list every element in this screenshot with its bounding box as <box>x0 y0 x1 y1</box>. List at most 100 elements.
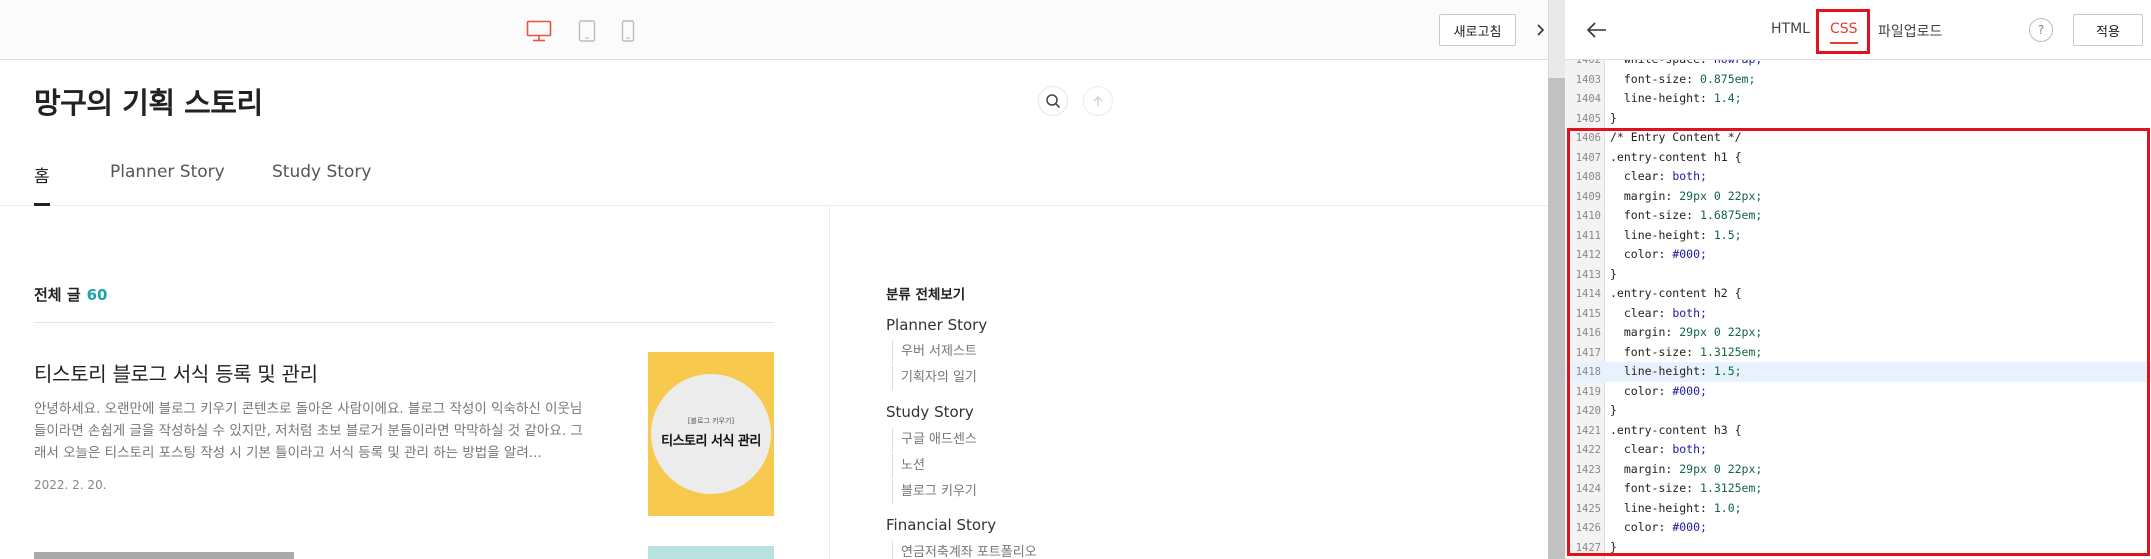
line-number: 1404 <box>1575 93 1601 105</box>
category-planner-story[interactable]: Planner Story <box>886 316 987 334</box>
code-text: clear: both; <box>1610 442 1707 456</box>
code-line[interactable]: 1420} <box>1565 401 2151 421</box>
tab-html[interactable]: HTML <box>1771 21 1810 37</box>
mobile-icon[interactable] <box>621 20 635 42</box>
code-line[interactable]: 1410 font-size: 1.6875em; <box>1565 206 2151 226</box>
code-line[interactable]: 1406 /* Entry Content */ <box>1565 128 2151 148</box>
code-text: color: #000; <box>1610 383 1707 398</box>
code-text: font-size: 1.3125em; <box>1610 344 1763 359</box>
thumbnail-title: 티스토리 서식 관리 <box>661 434 761 449</box>
code-line[interactable]: 1403 font-size: 0.875em; <box>1565 70 2151 90</box>
code-line[interactable]: 1405} <box>1565 109 2151 129</box>
line-number: 1425 <box>1575 502 1601 515</box>
line-number: 1418 <box>1575 366 1601 378</box>
line-number: 1403 <box>1575 73 1601 86</box>
code-text: color: #000; <box>1610 520 1707 534</box>
arrow-left-icon[interactable] <box>1585 18 1609 42</box>
post-title[interactable]: 티스토리 블로그 서식 등록 및 관리 <box>34 358 318 387</box>
code-line[interactable]: 1415 clear: both; <box>1565 304 2151 324</box>
code-line[interactable]: 1404 line-height: 1.4; <box>1565 89 2151 109</box>
line-number: 1416 <box>1575 327 1601 339</box>
code-line[interactable]: 1419 color: #000; <box>1565 382 2151 402</box>
post-excerpt[interactable]: 안녕하세요. 오랜만에 블로그 키우기 콘텐츠로 돌아온 사람이에요. 블로그 … <box>34 398 590 464</box>
line-number: 1423 <box>1575 463 1601 476</box>
scrollbar[interactable] <box>1548 78 1565 559</box>
post-count: 60 <box>86 286 108 304</box>
thumbnail-subtitle: [블로그 키우기] <box>687 417 735 425</box>
blog-title[interactable]: 망구의 기획 스토리 <box>34 80 263 122</box>
code-text: } <box>1610 110 1617 125</box>
tab-file-upload[interactable]: 파일업로드 <box>1878 21 1942 41</box>
line-number: 1422 <box>1575 444 1601 456</box>
code-text: margin: 29px 0 22px; <box>1610 325 1763 339</box>
code-text: line-height: 1.4; <box>1610 91 1742 105</box>
arrow-up-icon[interactable] <box>1083 86 1113 116</box>
preview-toolbar: 새로고침 <box>0 0 1548 60</box>
code-line[interactable]: 1416 margin: 29px 0 22px; <box>1565 323 2151 343</box>
search-icon[interactable] <box>1038 86 1068 116</box>
code-line[interactable]: 1402 white-space: nowrap; <box>1565 60 2151 70</box>
line-number: 1415 <box>1575 307 1601 320</box>
code-line[interactable]: 1412 color: #000; <box>1565 245 2151 265</box>
nav-item-planner-story[interactable]: Planner Story <box>110 162 225 206</box>
category-item[interactable]: 구글 애드센스 <box>892 428 977 452</box>
category-item[interactable]: 블로그 키우기 <box>892 480 977 504</box>
nav-item-home[interactable]: 홈 <box>34 162 50 206</box>
category-item[interactable]: 우버 서제스트 <box>892 340 977 364</box>
line-number: 1413 <box>1575 268 1601 281</box>
category-item[interactable]: 기획자의 일기 <box>892 366 977 390</box>
skin-editor-pane: HTML CSS 파일업로드 ? 적용 1402 white-space: no… <box>1565 0 2151 559</box>
line-number: 1417 <box>1575 346 1601 359</box>
help-button[interactable]: ? <box>2029 18 2053 42</box>
code-text: } <box>1610 403 1617 417</box>
category-financial-story[interactable]: Financial Story <box>886 516 996 534</box>
code-text: /* Entry Content */ <box>1610 130 1742 144</box>
code-line[interactable]: 1409 margin: 29px 0 22px; <box>1565 187 2151 207</box>
css-code-editor[interactable]: 1402 white-space: nowrap;1403 font-size:… <box>1565 60 2151 559</box>
category-item[interactable]: 노션 <box>892 454 925 478</box>
line-number: 1426 <box>1575 522 1601 534</box>
code-line[interactable]: 1407 .entry-content h1 { <box>1565 148 2151 168</box>
post-thumbnail[interactable]: [블로그 키우기] 티스토리 서식 관리 <box>648 352 774 516</box>
code-text: margin: 29px 0 22px; <box>1610 188 1763 203</box>
category-all-link[interactable]: 분류 전체보기 <box>886 283 965 303</box>
code-line[interactable]: 1413} <box>1565 265 2151 285</box>
chevron-right-icon[interactable] <box>1531 0 1548 60</box>
code-text: font-size: 1.6875em; <box>1610 208 1763 222</box>
content-divider <box>829 206 830 559</box>
category-item[interactable]: 연금저축계좌 포트폴리오 <box>892 541 1037 559</box>
nav-item-study-story[interactable]: Study Story <box>272 162 371 206</box>
code-line[interactable]: 1427} <box>1565 538 2151 558</box>
divider <box>34 322 774 323</box>
apply-button[interactable]: 적용 <box>2073 14 2143 46</box>
code-line[interactable]: 1414 .entry-content h2 { <box>1565 284 2151 304</box>
code-line[interactable]: 1408 clear: both; <box>1565 167 2151 187</box>
code-text: .entry-content h2 { <box>1610 286 1742 300</box>
code-text: margin: 29px 0 22px; <box>1610 461 1763 476</box>
code-line[interactable]: 1418 line-height: 1.5; <box>1565 362 2151 382</box>
code-line[interactable]: 1422 clear: both; <box>1565 440 2151 460</box>
next-post-title[interactable] <box>34 552 334 559</box>
line-number: 1427 <box>1575 541 1601 554</box>
code-line[interactable]: 1417 font-size: 1.3125em; <box>1565 343 2151 363</box>
code-line[interactable]: 1425 line-height: 1.0; <box>1565 499 2151 519</box>
desktop-icon[interactable] <box>526 20 552 42</box>
code-text: clear: both; <box>1610 169 1707 183</box>
code-text: color: #000; <box>1610 247 1707 261</box>
code-line[interactable]: 1426 color: #000; <box>1565 518 2151 538</box>
category-study-story[interactable]: Study Story <box>886 403 974 421</box>
code-text: font-size: 0.875em; <box>1610 71 1756 86</box>
refresh-button[interactable]: 새로고침 <box>1439 14 1516 46</box>
next-post-thumbnail[interactable] <box>648 546 774 559</box>
code-line[interactable]: 1411 line-height: 1.5; <box>1565 226 2151 246</box>
code-line[interactable]: 1421 .entry-content h3 { <box>1565 421 2151 441</box>
code-text: } <box>1610 539 1617 554</box>
code-line[interactable]: 1424 font-size: 1.3125em; <box>1565 479 2151 499</box>
tablet-icon[interactable] <box>578 20 596 42</box>
editor-header: HTML CSS 파일업로드 ? 적용 <box>1565 0 2151 60</box>
code-text: line-height: 1.5; <box>1610 227 1742 242</box>
line-number: 1414 <box>1575 288 1601 300</box>
code-line[interactable]: 1423 margin: 29px 0 22px; <box>1565 460 2151 480</box>
code-text: line-height: 1.5; <box>1610 364 1742 378</box>
line-number: 1421 <box>1575 424 1601 437</box>
